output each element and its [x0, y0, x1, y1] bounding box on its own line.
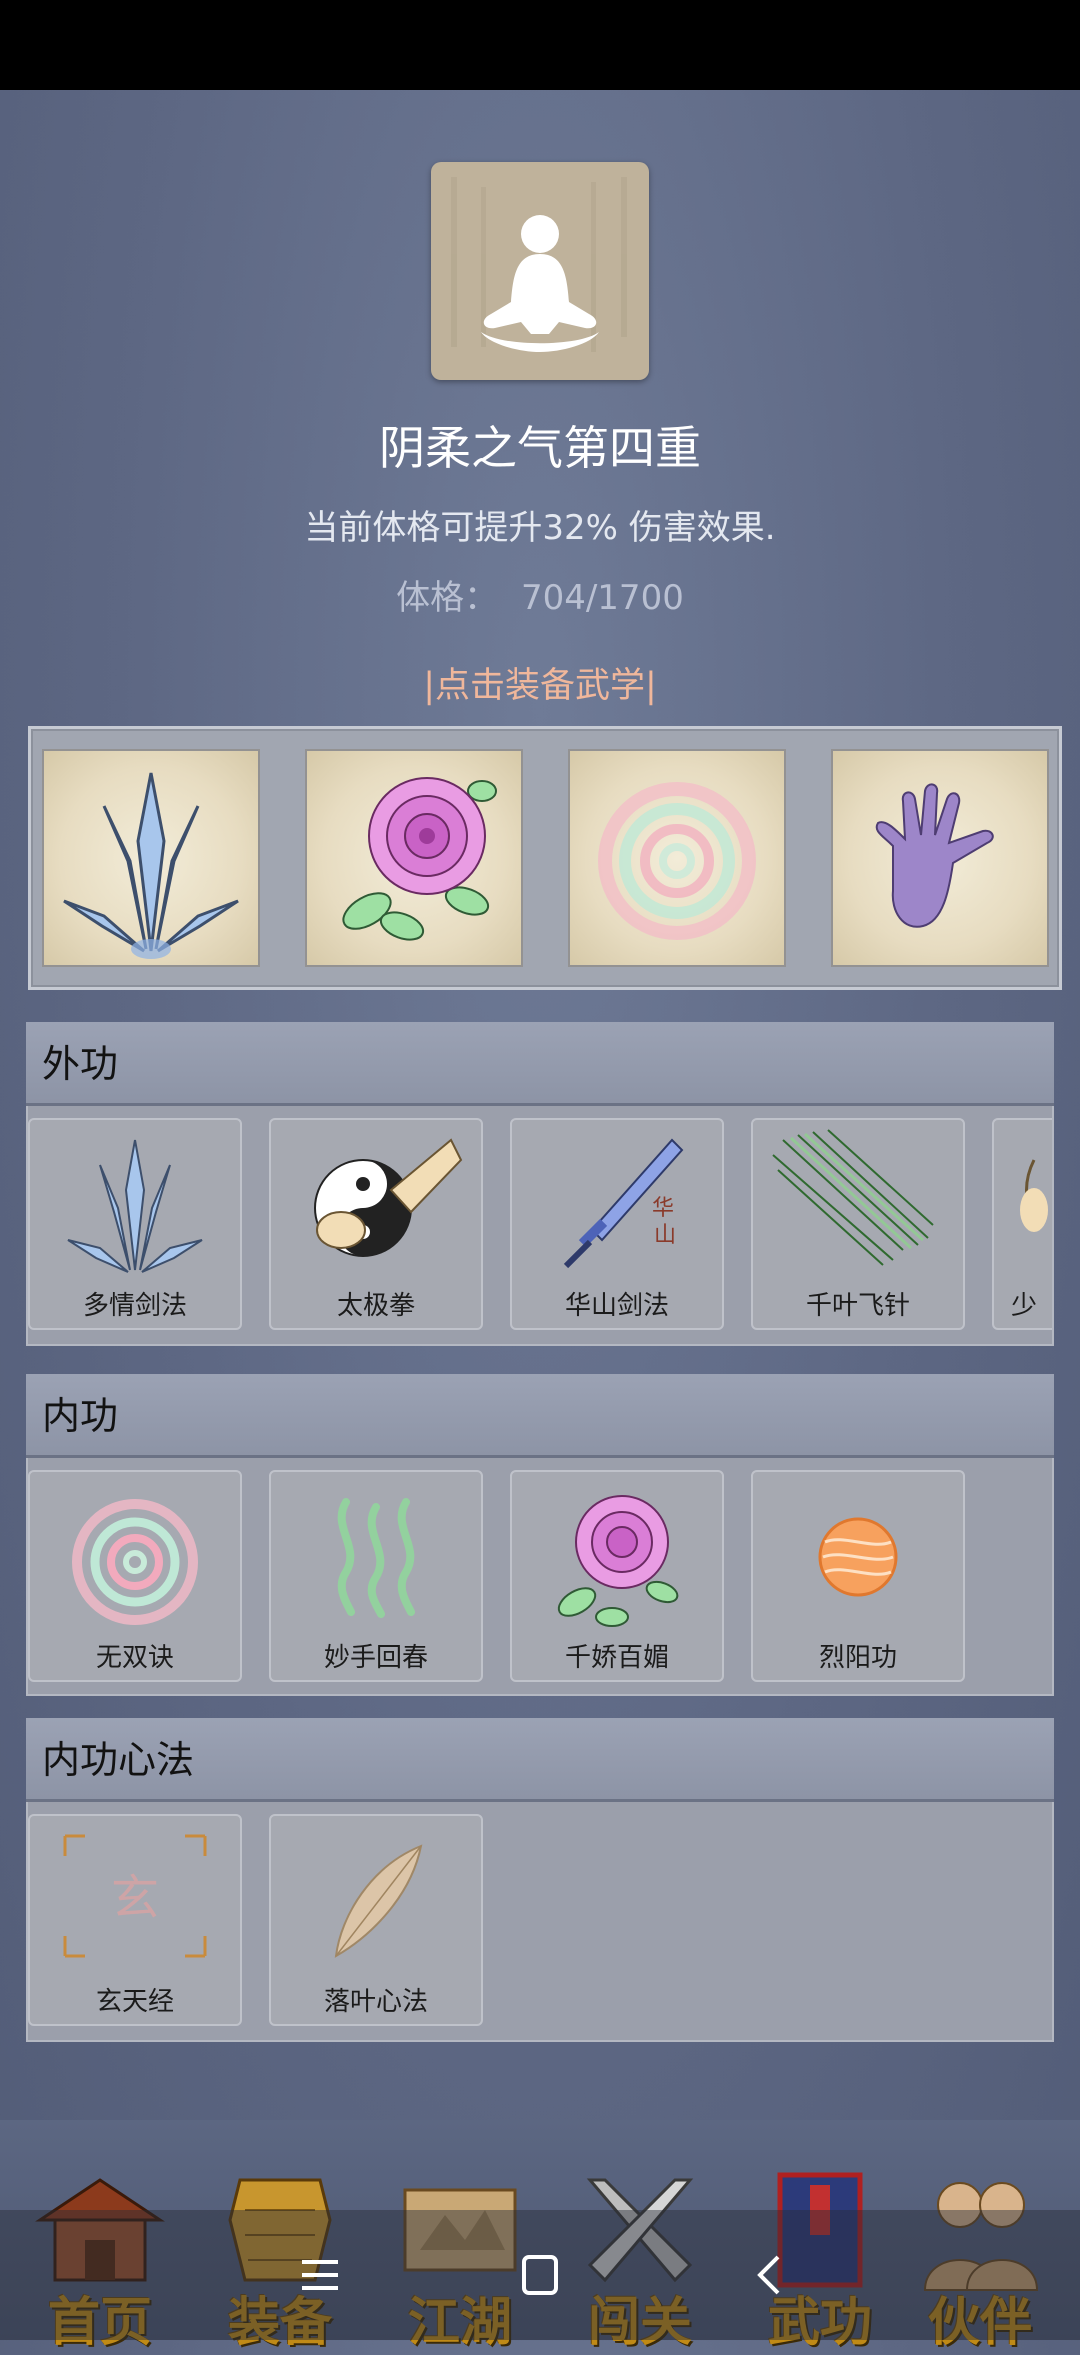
meditating-figure-icon — [451, 177, 627, 352]
leaf-icon — [334, 1844, 423, 1958]
skill-name: 多情剑法 — [82, 1291, 187, 1321]
svg-text:山: 山 — [654, 1223, 676, 1248]
pink-rose-icon — [342, 777, 497, 941]
skill-name: 落叶心法 — [323, 1987, 428, 2017]
xuan-seal-icon: 玄 — [63, 1834, 207, 1958]
purple-palm-icon — [875, 783, 994, 928]
huashan-sword-icon: 华 山 — [563, 1138, 684, 1269]
equipped-slot-1[interactable] — [44, 751, 258, 965]
section-xinfa: 内功心法 玄 玄天经 落叶心法 — [26, 1718, 1054, 2042]
section-waigong: 外功 多情剑法 太极拳 华 山 华山剑法 千叶飞针 少 — [26, 1022, 1054, 1346]
equipped-slot-2[interactable] — [307, 751, 521, 965]
physique-value: 704/1700 — [520, 578, 684, 618]
system-menu-button[interactable] — [280, 2240, 360, 2310]
skill-name: 千娇百媚 — [564, 1643, 669, 1673]
menu-icon — [302, 2260, 338, 2290]
skill-name: 玄天经 — [95, 1987, 174, 2017]
status-bar — [0, 0, 1080, 90]
skill-name: 华山剑法 — [564, 1291, 669, 1321]
spiral-icon — [72, 1499, 198, 1625]
xinfa-skill-list: 玄 玄天经 落叶心法 — [26, 1802, 1054, 2042]
sun-orb-icon — [818, 1517, 898, 1597]
skill-card-duoqing[interactable]: 多情剑法 — [28, 1118, 242, 1330]
skill-card-taiji[interactable]: 太极拳 — [269, 1118, 483, 1330]
pink-rose-icon — [557, 1495, 679, 1627]
section-title-xinfa: 内功心法 — [26, 1718, 1054, 1802]
section-title-neigong: 内功 — [26, 1374, 1054, 1458]
physique-stat: 体格： 704/1700 — [0, 570, 1080, 619]
spiral-icon — [598, 782, 756, 940]
skill-name: 太极拳 — [336, 1291, 415, 1321]
waigong-skill-list: 多情剑法 太极拳 华 山 华山剑法 千叶飞针 少 — [26, 1106, 1054, 1346]
taiji-fist-icon — [314, 1138, 463, 1257]
bonus-description: 当前体格可提升32% 伤害效果. — [304, 508, 776, 548]
skill-name: 妙手回春 — [323, 1643, 428, 1673]
skill-card-miaoshou[interactable]: 妙手回春 — [269, 1470, 483, 1682]
home-square-icon — [522, 2255, 558, 2295]
healing-waves-icon — [337, 1498, 415, 1618]
blue-swords-icon — [67, 1139, 203, 1273]
equip-martial-arts-link[interactable]: |点击装备武学| — [0, 657, 1080, 708]
equipped-slot-4[interactable] — [833, 751, 1047, 965]
skill-name: 千叶飞针 — [805, 1291, 910, 1321]
blue-swords-icon — [63, 772, 239, 959]
skill-card-xuantian[interactable]: 玄 玄天经 — [28, 1814, 242, 2026]
skill-card-qianjiao[interactable]: 千娇百媚 — [510, 1470, 724, 1682]
cultivation-level-title: 阴柔之气第四重 — [379, 421, 701, 475]
system-home-button[interactable] — [500, 2240, 580, 2310]
back-icon — [757, 2255, 780, 2295]
skill-card-huashan[interactable]: 华 山 华山剑法 — [510, 1118, 724, 1330]
flying-needles-icon — [772, 1129, 934, 1266]
skill-card-luoye[interactable]: 落叶心法 — [269, 1814, 483, 2026]
svg-text:玄: 玄 — [111, 1870, 159, 1926]
equipped-skills-bar — [28, 726, 1062, 990]
system-back-button[interactable] — [730, 2240, 810, 2310]
skill-name: 烈阳功 — [818, 1643, 897, 1673]
skill-name: 少 — [1010, 1291, 1037, 1321]
skill-card-qianye[interactable]: 千叶飞针 — [751, 1118, 965, 1330]
skill-card-partial[interactable]: 少 — [992, 1118, 1052, 1330]
svg-text:华: 华 — [652, 1196, 674, 1221]
meditation-portrait — [431, 162, 649, 380]
physique-label: 体格： — [396, 578, 499, 618]
skill-card-wushuang[interactable]: 无双诀 — [28, 1470, 242, 1682]
equipped-slot-3[interactable] — [570, 751, 784, 965]
skill-card-lieyang[interactable]: 烈阳功 — [751, 1470, 965, 1682]
skill-name: 无双诀 — [95, 1643, 174, 1673]
neigong-skill-list: 无双诀 妙手回春 千娇百媚 烈阳功 — [26, 1458, 1054, 1696]
section-title-waigong: 外功 — [26, 1022, 1054, 1106]
section-neigong: 内功 无双诀 妙手回春 千娇百媚 烈阳功 — [26, 1374, 1054, 1696]
hand-icon — [1020, 1159, 1048, 1232]
